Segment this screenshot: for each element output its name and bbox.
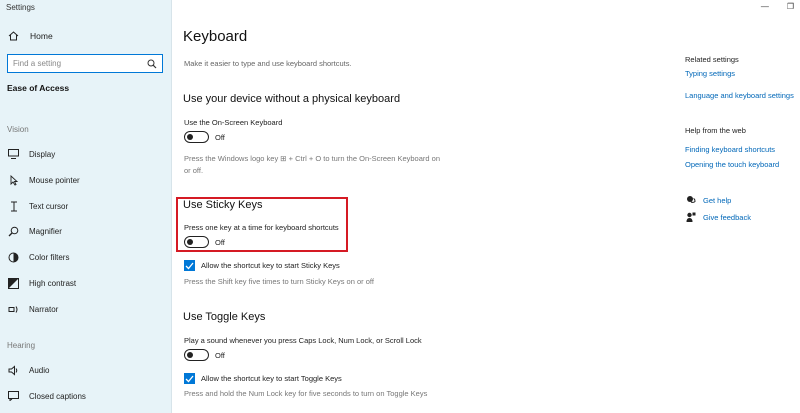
link-opening-touch-keyboard[interactable]: Opening the touch keyboard	[685, 160, 779, 169]
search-icon[interactable]	[145, 59, 159, 69]
sidebar-item-display[interactable]: Display	[8, 147, 55, 161]
link-finding-keyboard-shortcuts[interactable]: Finding keyboard shortcuts	[685, 145, 775, 154]
narrator-icon	[8, 304, 19, 315]
help-from-web-heading: Help from the web	[685, 126, 746, 135]
sidebar-item-label: High contrast	[29, 278, 77, 288]
home-label: Home	[30, 31, 53, 41]
toggle-keys-label: Play a sound whenever you press Caps Loc…	[184, 336, 422, 345]
toggle-switch[interactable]	[184, 131, 209, 143]
checkbox-label: Allow the shortcut key to start Sticky K…	[201, 261, 340, 270]
display-icon	[8, 149, 19, 160]
chat-bubble-icon	[686, 195, 696, 205]
sidebar-item-high-contrast[interactable]: High contrast	[8, 276, 76, 290]
sidebar-item-closed-captions[interactable]: Closed captions	[8, 389, 86, 403]
toggle-state: Off	[215, 350, 225, 360]
sidebar-item-color-filters[interactable]: Color filters	[8, 250, 69, 264]
minimize-button[interactable]: —	[761, 2, 769, 11]
home-icon	[8, 31, 20, 41]
page-title: Keyboard	[183, 28, 248, 45]
section-label-hearing: Hearing	[7, 341, 36, 350]
sidebar: Settings Home Ease of Access Vision Disp…	[0, 0, 172, 413]
onscreen-keyboard-toggle[interactable]: Off	[184, 131, 225, 143]
sidebar-item-label: Closed captions	[29, 391, 86, 401]
color-filters-icon	[8, 252, 19, 263]
feedback-person-icon	[686, 212, 696, 222]
sidebar-item-label: Audio	[29, 365, 50, 375]
get-help-link[interactable]: Get help	[686, 195, 731, 205]
give-feedback-link[interactable]: Give feedback	[686, 212, 751, 222]
section-label-vision: Vision	[7, 125, 29, 134]
sidebar-item-mouse-pointer[interactable]: Mouse pointer	[8, 173, 80, 187]
toggle-state: Off	[215, 132, 225, 142]
sidebar-item-label: Color filters	[29, 252, 70, 262]
onscreen-keyboard-help: Press the Windows logo key ⊞ + Ctrl + O …	[184, 154, 440, 175]
sidebar-item-audio[interactable]: Audio	[8, 363, 49, 377]
sidebar-item-magnifier[interactable]: Magnifier	[8, 224, 62, 238]
sidebar-item-label: Magnifier	[29, 226, 62, 236]
section-heading-toggle-keys: Use Toggle Keys	[183, 311, 266, 323]
high-contrast-icon	[8, 277, 19, 289]
checkmark-icon[interactable]	[184, 373, 195, 384]
home-nav[interactable]: Home	[8, 31, 53, 41]
toggle-switch[interactable]	[184, 349, 209, 361]
sticky-keys-help: Press the Shift key five times to turn S…	[184, 277, 374, 286]
checkmark-icon[interactable]	[184, 260, 195, 271]
audio-icon	[8, 364, 19, 376]
sticky-keys-shortcut-checkbox[interactable]: Allow the shortcut key to start Sticky K…	[184, 260, 340, 271]
toggle-keys-shortcut-checkbox[interactable]: Allow the shortcut key to start Toggle K…	[184, 373, 342, 384]
restore-button[interactable]: ❐	[787, 2, 794, 11]
search-box[interactable]	[7, 54, 163, 73]
magnifier-icon	[8, 226, 19, 237]
onscreen-keyboard-label: Use the On-Screen Keyboard	[184, 118, 283, 127]
window-title: Settings	[6, 3, 35, 12]
sidebar-item-label: Narrator	[29, 304, 59, 314]
mouse-pointer-icon	[8, 174, 19, 186]
sidebar-item-label: Text cursor	[29, 201, 69, 211]
sidebar-item-text-cursor[interactable]: Text cursor	[8, 199, 68, 213]
page-subtitle: Make it easier to type and use keyboard …	[184, 59, 352, 68]
closed-captions-icon	[8, 391, 19, 402]
search-input[interactable]	[13, 59, 145, 68]
text-cursor-icon	[8, 201, 19, 212]
give-feedback-label: Give feedback	[703, 212, 751, 222]
get-help-label: Get help	[703, 195, 732, 205]
link-typing-settings[interactable]: Typing settings	[685, 69, 735, 78]
window-controls: — ❐	[761, 2, 794, 11]
related-settings-heading: Related settings	[685, 55, 739, 64]
sidebar-item-label: Mouse pointer	[29, 175, 80, 185]
sidebar-item-label: Display	[29, 149, 56, 159]
category-heading: Ease of Access	[7, 83, 70, 93]
section-heading-onscreen: Use your device without a physical keybo…	[183, 93, 401, 105]
sidebar-item-narrator[interactable]: Narrator	[8, 302, 58, 316]
highlight-box	[176, 197, 348, 252]
toggle-keys-help: Press and hold the Num Lock key for five…	[184, 389, 428, 398]
toggle-keys-toggle[interactable]: Off	[184, 349, 225, 361]
link-language-keyboard-settings[interactable]: Language and keyboard settings	[685, 91, 794, 100]
checkbox-label: Allow the shortcut key to start Toggle K…	[201, 374, 342, 383]
